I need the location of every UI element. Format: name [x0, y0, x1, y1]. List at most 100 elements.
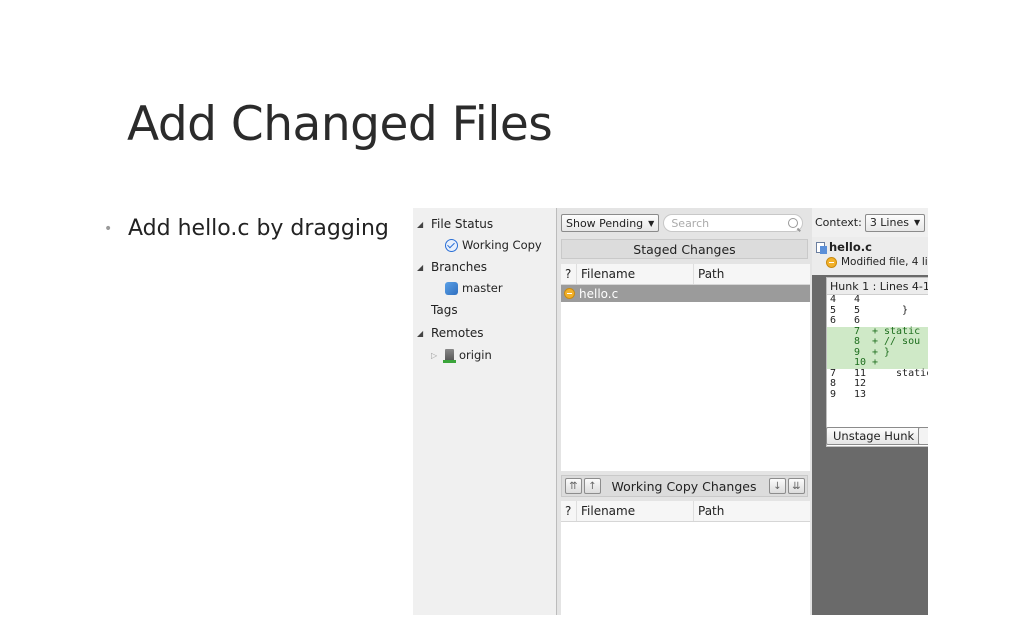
- new-line-number: 6: [854, 315, 861, 326]
- sidebar-item-label: Branches: [431, 260, 487, 274]
- diff-text: }: [884, 304, 909, 316]
- old-line-number: 6: [830, 315, 837, 326]
- diff-line: 8 12: [827, 378, 928, 390]
- context-label: Context:: [815, 216, 862, 229]
- modified-file-icon: [564, 288, 575, 299]
- working-copy-file-list: [561, 522, 810, 615]
- slide-title: Add Changed Files: [127, 97, 553, 152]
- column-path[interactable]: Path: [694, 501, 810, 521]
- stage-selected-button[interactable]: ↓: [769, 478, 786, 494]
- sourcetree-screenshot: ◢ File Status Working Copy ◢ Branches ma…: [413, 208, 928, 615]
- modified-file-icon: [826, 256, 837, 268]
- filter-toolbar: Show Pending ▼ Search: [561, 214, 804, 232]
- changes-panel: Show Pending ▼ Search Staged Changes ? F…: [556, 208, 813, 615]
- server-icon: [443, 349, 456, 363]
- column-status[interactable]: ?: [561, 501, 577, 521]
- new-line-number: 4: [854, 294, 861, 305]
- column-filename[interactable]: Filename: [577, 264, 694, 284]
- diff-text: }: [884, 346, 891, 358]
- column-status[interactable]: ?: [561, 264, 577, 284]
- caret-down-icon: ▼: [648, 218, 655, 228]
- sidebar-item-label: origin: [459, 348, 492, 362]
- sidebar-item-tags[interactable]: Tags: [431, 303, 458, 317]
- diff-text: static: [884, 367, 928, 379]
- context-lines-dropdown[interactable]: 3 Lines ▼: [864, 213, 926, 232]
- working-copy-changes-header: ⇈ ↑ Working Copy Changes ↓ ⇊: [561, 475, 808, 497]
- expanded-triangle-icon[interactable]: ◢: [417, 329, 431, 338]
- new-line-number: 8: [854, 336, 861, 347]
- diff-sign: +: [872, 336, 879, 347]
- staged-changes-header: Staged Changes: [561, 239, 808, 259]
- table-row[interactable]: hello.c: [561, 285, 810, 302]
- discard-hunk-button[interactable]: [918, 427, 928, 445]
- new-line-number: 12: [854, 378, 867, 389]
- diff-line: 7 11 static: [827, 367, 928, 380]
- bullet-item: • Add hello.c by dragging: [104, 216, 389, 241]
- bullet-text: Add hello.c by dragging: [128, 216, 389, 241]
- sidebar-item-branches[interactable]: ◢ Branches: [417, 260, 487, 274]
- old-line-number: 8: [830, 378, 837, 389]
- collapsed-triangle-icon[interactable]: ▷: [431, 351, 445, 360]
- diff-file-name: hello.c: [829, 240, 872, 254]
- branch-icon: [445, 281, 458, 295]
- sidebar-item-origin[interactable]: ▷ origin: [431, 348, 492, 363]
- diff-sign: +: [872, 357, 879, 368]
- double-down-arrow-icon: ⇊: [792, 480, 801, 492]
- hunk-header: Hunk 1 : Lines 4-13: [827, 278, 928, 295]
- diff-line: 8 + // sou: [827, 336, 928, 348]
- stage-all-button[interactable]: ⇊: [788, 478, 805, 494]
- context-bar: Context: 3 Lines ▼: [812, 208, 928, 237]
- show-pending-dropdown[interactable]: Show Pending ▼: [561, 214, 660, 232]
- document-icon: [816, 241, 827, 254]
- old-line-number: 4: [830, 294, 837, 305]
- diff-text: // sou: [884, 336, 921, 347]
- search-input[interactable]: Search: [663, 214, 804, 232]
- new-line-number: 13: [854, 388, 867, 400]
- diff-code: 4455 } 6 6 7 + static 8 +// sou 9 +} 10 +7 11 static…: [827, 294, 928, 401]
- expanded-triangle-icon[interactable]: ◢: [417, 263, 431, 272]
- bullet-dot-icon: •: [104, 220, 113, 237]
- staged-file-list: hello.c: [561, 285, 810, 471]
- sidebar-item-remotes[interactable]: ◢ Remotes: [417, 326, 484, 340]
- hunk-box: Hunk 1 : Lines 4-13 4455 } 6 6 7 + static 8 +//…: [826, 277, 928, 447]
- diff-line: 44: [827, 294, 928, 306]
- dropdown-label: Show Pending: [566, 216, 644, 230]
- caret-down-icon: ▼: [913, 218, 921, 227]
- sidebar-item-label: File Status: [431, 217, 494, 231]
- double-up-arrow-icon: ⇈: [569, 480, 578, 492]
- sidebar-item-label: master: [462, 281, 503, 295]
- sidebar-item-label: Working Copy: [462, 238, 542, 252]
- check-icon: [445, 238, 458, 252]
- sidebar: ◢ File Status Working Copy ◢ Branches ma…: [413, 208, 556, 615]
- unstage-hunk-button[interactable]: Unstage Hunk: [826, 427, 922, 445]
- unstage-selected-button[interactable]: ↑: [584, 478, 601, 494]
- old-line-number: 9: [830, 388, 837, 400]
- new-line-number: 10: [854, 357, 867, 368]
- file-status-text: Modified file, 4 li: [841, 256, 928, 268]
- up-arrow-icon: ↑: [588, 480, 597, 492]
- dropdown-label: 3 Lines: [869, 216, 909, 229]
- staged-column-headers: ? Filename Path: [561, 264, 810, 285]
- file-name: hello.c: [579, 286, 619, 301]
- section-title: Working Copy Changes: [611, 478, 757, 494]
- sidebar-item-label: Remotes: [431, 326, 484, 340]
- diff-line: 55 }: [827, 304, 928, 317]
- working-copy-column-headers: ? Filename Path: [561, 501, 810, 522]
- diff-text: static: [884, 325, 921, 337]
- sidebar-item-master[interactable]: master: [445, 281, 503, 295]
- diff-file-status: Modified file, 4 li: [826, 256, 928, 268]
- search-placeholder: Search: [671, 216, 710, 230]
- diff-file-header: hello.c Modified file, 4 li: [812, 237, 928, 275]
- down-arrow-icon: ↓: [773, 480, 782, 492]
- sidebar-item-working-copy[interactable]: Working Copy: [445, 238, 542, 252]
- diff-file-title: hello.c: [816, 240, 872, 254]
- sidebar-item-file-status[interactable]: ◢ File Status: [417, 217, 493, 231]
- diff-panel: Context: 3 Lines ▼ hello.c Modified file…: [812, 208, 928, 615]
- search-icon: [788, 218, 799, 228]
- expanded-triangle-icon[interactable]: ◢: [417, 220, 431, 229]
- diff-line: 9 13: [827, 388, 928, 401]
- column-path[interactable]: Path: [694, 264, 810, 284]
- unstage-all-button[interactable]: ⇈: [565, 478, 582, 494]
- sidebar-item-label: Tags: [431, 303, 458, 317]
- column-filename[interactable]: Filename: [577, 501, 694, 521]
